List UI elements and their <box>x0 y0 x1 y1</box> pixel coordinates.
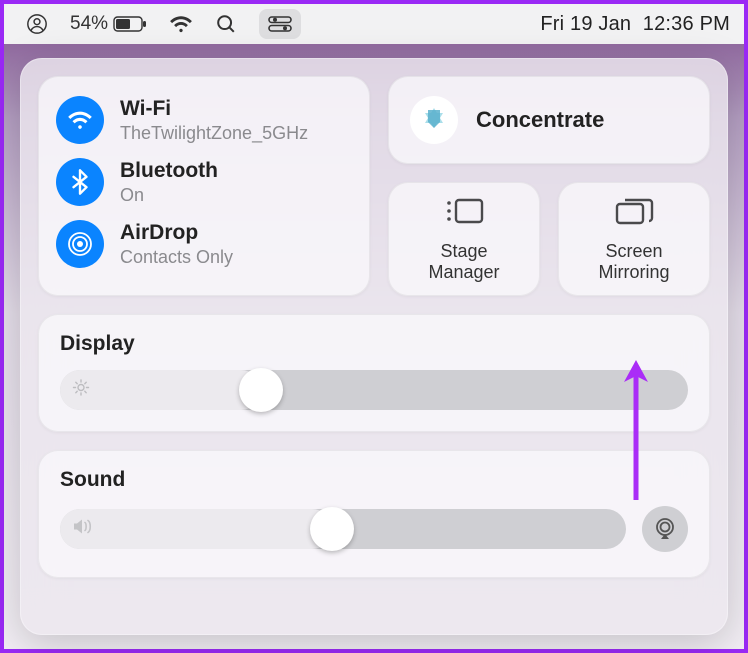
sound-title: Sound <box>60 468 688 492</box>
display-brightness-slider[interactable] <box>60 370 688 410</box>
wifi-icon[interactable] <box>169 15 193 33</box>
battery-percent-label: 54% <box>70 13 108 35</box>
connectivity-card: Wi-Fi TheTwilightZone_5GHz Bluetooth On <box>38 76 370 296</box>
menu-bar-clock[interactable]: Fri 19 Jan 12:36 PM <box>540 13 730 36</box>
focus-icon <box>410 96 458 144</box>
search-icon[interactable] <box>215 13 237 35</box>
date-label: Fri 19 Jan <box>540 13 631 35</box>
airplay-audio-button[interactable] <box>642 506 688 552</box>
wifi-subtitle: TheTwilightZone_5GHz <box>120 123 308 144</box>
sound-volume-slider[interactable] <box>60 509 626 549</box>
airdrop-title: AirDrop <box>120 221 233 245</box>
airdrop-toggle[interactable]: AirDrop Contacts Only <box>56 220 352 268</box>
wifi-title: Wi-Fi <box>120 97 308 121</box>
bluetooth-on-icon <box>56 158 104 206</box>
airdrop-subtitle: Contacts Only <box>120 247 233 268</box>
focus-button[interactable]: Concentrate <box>388 76 710 164</box>
slider-thumb[interactable] <box>310 507 354 551</box>
display-title: Display <box>60 332 688 356</box>
sound-card: Sound <box>38 450 710 578</box>
brightness-low-icon <box>72 379 90 402</box>
time-label: 12:36 PM <box>643 13 730 35</box>
airdrop-on-icon <box>56 220 104 268</box>
focus-label: Concentrate <box>476 107 604 133</box>
menu-bar: 54% Fri 19 Jan 12:36 PM <box>4 4 744 44</box>
control-center-panel: Wi-Fi TheTwilightZone_5GHz Bluetooth On <box>20 58 728 635</box>
stage-manager-button[interactable]: StageManager <box>388 182 540 296</box>
screen-mirroring-button[interactable]: ScreenMirroring <box>558 182 710 296</box>
wifi-toggle[interactable]: Wi-Fi TheTwilightZone_5GHz <box>56 96 352 144</box>
bluetooth-toggle[interactable]: Bluetooth On <box>56 158 352 206</box>
slider-thumb[interactable] <box>239 368 283 412</box>
control-center-button[interactable] <box>259 9 301 39</box>
user-icon[interactable] <box>26 13 48 35</box>
wifi-on-icon <box>56 96 104 144</box>
bluetooth-title: Bluetooth <box>120 159 218 183</box>
volume-icon <box>72 518 94 541</box>
screen-mirroring-icon <box>614 196 654 231</box>
bluetooth-subtitle: On <box>120 185 218 206</box>
stage-manager-icon <box>444 196 484 231</box>
battery-status[interactable]: 54% <box>70 13 147 35</box>
top-row: Wi-Fi TheTwilightZone_5GHz Bluetooth On <box>38 76 710 296</box>
display-card: Display <box>38 314 710 432</box>
